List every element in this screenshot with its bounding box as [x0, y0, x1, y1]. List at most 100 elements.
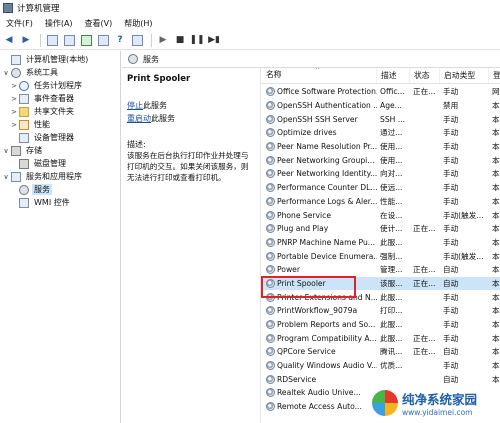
tree-item-device-manager[interactable]: 设备管理器	[10, 131, 76, 144]
column-header-label: 名称	[266, 69, 282, 79]
tree-label: 事件查看器	[34, 94, 74, 103]
service-logon-cell: 本	[492, 114, 500, 124]
tree-item-computer-management[interactable]: 计算机管理(本地)	[2, 53, 90, 66]
service-description-cell: 腾讯...	[380, 347, 403, 357]
service-name-cell: Peer Networking Groupi...	[261, 155, 377, 165]
start-service-icon[interactable]: ▶	[156, 33, 170, 47]
tree-item-performance[interactable]: > 性能	[10, 118, 52, 131]
service-name-text: Realtek Audio Unive...	[277, 388, 361, 398]
services-header: 服务	[122, 51, 500, 68]
gear-icon	[128, 54, 138, 64]
service-name-text: Problem Reports and So...	[277, 320, 376, 330]
service-name-text: Portable Device Enumera...	[277, 251, 377, 261]
help-icon[interactable]: ?	[113, 33, 127, 47]
service-name-text: Peer Name Resolution Pr...	[277, 142, 377, 152]
site-watermark: 纯净系统家园 www.yidaimei.com	[372, 383, 500, 423]
tree-item-task-scheduler[interactable]: > 任务计划程序	[10, 79, 84, 92]
table-row[interactable]: Plug and Play 使计... 正在... 手动 本	[261, 222, 500, 236]
forward-arrow-icon[interactable]: ▶	[19, 33, 33, 47]
tree-label: 服务	[32, 184, 52, 195]
table-row[interactable]: Performance Counter DL... 使远... 手动 本	[261, 181, 500, 195]
tools-icon	[11, 67, 21, 78]
service-gear-icon	[266, 142, 275, 152]
menu-help[interactable]: 帮助(H)	[118, 18, 158, 29]
expand-chevron-icon[interactable]: ∨	[2, 147, 10, 155]
column-header-startup-type[interactable]: 启动类型	[440, 68, 489, 83]
tree-item-disk-management[interactable]: 磁盘管理	[10, 157, 68, 170]
service-description-cell: 此服...	[380, 320, 403, 330]
collapse-chevron-icon[interactable]: >	[10, 108, 18, 116]
table-row[interactable]: PNRP Machine Name Pu... 此服... 手动 本	[261, 236, 500, 250]
service-name-cell: Print Spooler	[261, 278, 377, 288]
service-gear-icon	[266, 87, 275, 97]
column-header-status[interactable]: 状态	[410, 68, 440, 83]
tree-item-storage[interactable]: ∨ 存储	[2, 144, 44, 157]
service-logon-cell: 本	[492, 320, 500, 330]
refresh-icon[interactable]	[79, 33, 93, 47]
table-row[interactable]: Portable Device Enumera... 强制... 手动(触发... 本	[261, 249, 500, 263]
table-row[interactable]: Printer Extensions and N... 此服... 手动 本	[261, 290, 500, 304]
tree-item-services-and-applications[interactable]: ∨ 服务和应用程序	[2, 170, 84, 183]
clock-icon	[19, 80, 29, 91]
service-logon-cell: 本	[492, 142, 500, 152]
column-header-description[interactable]: 描述	[377, 68, 410, 83]
console-tree-icon[interactable]	[45, 33, 59, 47]
export-list-icon[interactable]	[96, 33, 110, 47]
table-row[interactable]: Peer Networking Identity... 向对... 手动 本	[261, 167, 500, 181]
service-description-cell: 性能...	[380, 196, 403, 206]
table-row[interactable]: OpenSSH Authentication ... Age... 禁用 本	[261, 99, 500, 113]
table-row[interactable]: QPCore Service 腾讯... 正在... 自动 本	[261, 345, 500, 359]
stop-service-icon[interactable]: ■	[173, 33, 187, 47]
service-name-cell: Performance Logs & Aler...	[261, 196, 377, 206]
table-row[interactable]: Optimize drives 通过... 手动 本	[261, 126, 500, 140]
table-row[interactable]: Quality Windows Audio V... 优质... 手动 本	[261, 359, 500, 373]
collapse-chevron-icon[interactable]: >	[10, 95, 18, 103]
service-gear-icon	[266, 278, 275, 288]
show-hide-action-pane-icon[interactable]	[130, 33, 144, 47]
expand-chevron-icon[interactable]: ∨	[2, 69, 10, 77]
menu-file[interactable]: 文件(F)	[0, 18, 39, 29]
service-startup-cell: 自动	[443, 265, 459, 275]
stop-service-link[interactable]: 停止此服务	[127, 100, 255, 112]
restart-service-icon[interactable]: ▶▮	[207, 33, 221, 47]
service-startup-cell: 手动	[443, 128, 459, 138]
table-row[interactable]: Print Spooler 该服... 正在... 自动 本	[261, 276, 500, 291]
table-row[interactable]: Peer Name Resolution Pr... 使用... 手动 本	[261, 140, 500, 154]
collapse-chevron-icon[interactable]: >	[10, 121, 18, 129]
service-startup-cell: 手动	[443, 224, 459, 234]
pause-service-icon[interactable]: ❚❚	[189, 33, 204, 47]
collapse-chevron-icon[interactable]: >	[10, 82, 18, 90]
toolbar-separator	[151, 33, 152, 47]
table-row[interactable]: Power 管理... 正在... 自动 本	[261, 263, 500, 277]
tree-item-services[interactable]: 服务	[10, 183, 52, 196]
expand-chevron-icon[interactable]: ∨	[2, 173, 10, 181]
service-startup-cell: 自动	[443, 278, 459, 288]
service-gear-icon	[266, 224, 275, 234]
table-row[interactable]: Office Software Protection... Offic... 正在.…	[261, 85, 500, 99]
properties-icon[interactable]	[62, 33, 76, 47]
tree-item-system-tools[interactable]: ∨ 系统工具	[2, 66, 60, 79]
menu-action[interactable]: 操作(A)	[39, 18, 79, 29]
column-header-log-on-as[interactable]: 登	[489, 68, 500, 83]
service-name-cell: Realtek Audio Unive...	[261, 388, 377, 398]
back-arrow-icon[interactable]: ◀	[2, 33, 16, 47]
restart-link-text[interactable]: 重启动	[127, 114, 151, 123]
tree-item-event-viewer[interactable]: > 事件查看器	[10, 92, 76, 105]
stop-link-text[interactable]: 停止	[127, 101, 143, 110]
table-row[interactable]: Performance Logs & Aler... 性能... 手动 本	[261, 195, 500, 209]
table-row[interactable]: Peer Networking Groupi... 使用... 手动 本	[261, 153, 500, 167]
tree-item-wmi-control[interactable]: WMI 控件	[10, 196, 72, 209]
table-row[interactable]: Program Compatibility A... 此服... 正在... 手动 本	[261, 331, 500, 345]
menu-view[interactable]: 查看(V)	[79, 18, 119, 29]
service-logon-cell: 本	[492, 101, 500, 111]
tree-item-shared-folders[interactable]: > 共享文件夹	[10, 105, 76, 118]
table-row[interactable]: Problem Reports and So... 此服... 手动 本	[261, 318, 500, 332]
restart-service-link[interactable]: 重启动此服务	[127, 113, 255, 125]
table-row[interactable]: PrintWorkflow_9079a 打印... 手动 本	[261, 304, 500, 318]
table-row[interactable]: Phone Service 在设... 手动(触发... 本	[261, 208, 500, 222]
table-row[interactable]: OpenSSH SSH Server SSH ... 手动 本	[261, 112, 500, 126]
column-header-name[interactable]: ^ 名称	[261, 68, 377, 83]
performance-icon	[19, 119, 29, 130]
service-gear-icon	[266, 374, 275, 384]
tree-label: WMI 控件	[34, 198, 70, 207]
